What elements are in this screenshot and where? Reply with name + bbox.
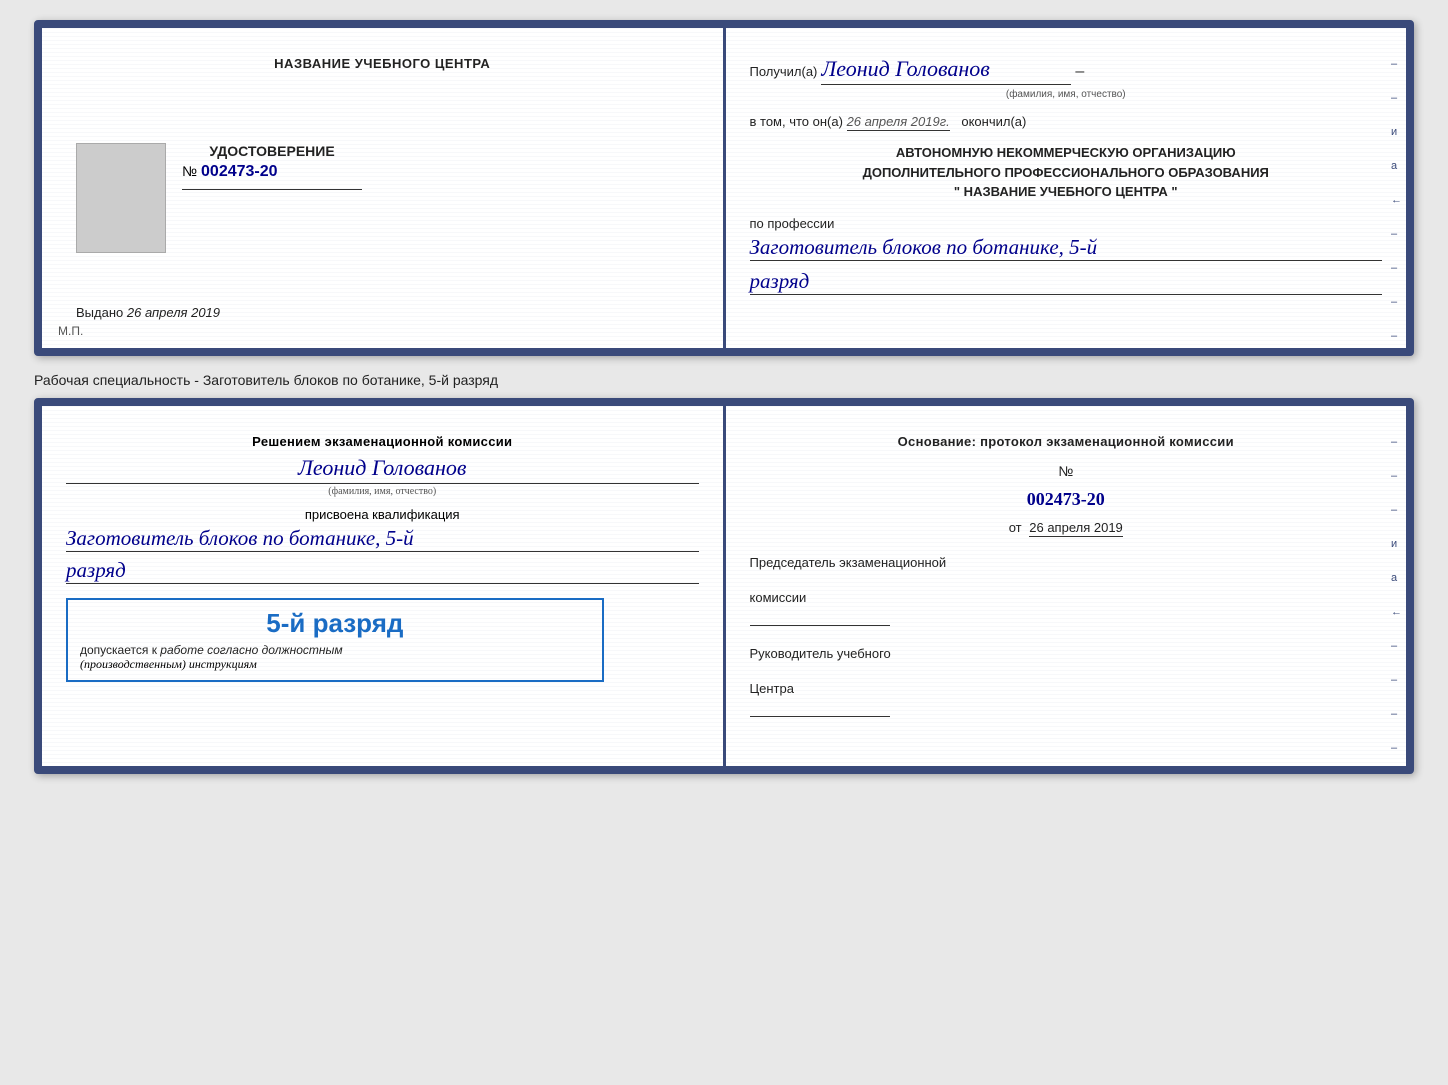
predsedatel-block: Председатель экзаменационной комиссии xyxy=(750,555,1383,626)
avtonomnuyu-line2: ДОПОЛНИТЕЛЬНОГО ПРОФЕССИОНАЛЬНОГО ОБРАЗО… xyxy=(750,163,1383,183)
predsedatel-title-line2: комиссии xyxy=(750,590,1383,605)
avtonomnuyu-line1: АВТОНОМНУЮ НЕКОММЕРЧЕСКУЮ ОРГАНИЗАЦИЮ xyxy=(750,143,1383,163)
vtom-line: в том, что он(а) 26 апреля 2019г. окончи… xyxy=(750,114,1383,129)
vydano-block: Выдано 26 апреля 2019 xyxy=(76,305,220,320)
side-mark-1: – xyxy=(1391,58,1402,70)
recipient-name-bottom: Леонид Голованов xyxy=(66,455,699,484)
rukovoditel-block: Руководитель учебного Центра xyxy=(750,646,1383,717)
side-marks-bottom: – – – и а ← – – – – – xyxy=(1391,436,1402,774)
dopuskaetsya-prefix: допускается к xyxy=(80,643,157,657)
fio-hint-top: (фамилия, имя, отчество) xyxy=(750,89,1383,100)
bottom-doc-right: Основание: протокол экзаменационной коми… xyxy=(726,406,1407,766)
page-container: НАЗВАНИЕ УЧЕБНОГО ЦЕНТРА УДОСТОВЕРЕНИЕ №… xyxy=(34,20,1414,774)
specialty-label: Рабочая специальность - Заготовитель бло… xyxy=(34,372,1414,388)
top-doc-left: НАЗВАНИЕ УЧЕБНОГО ЦЕНТРА УДОСТОВЕРЕНИЕ №… xyxy=(42,28,726,348)
mp-text: М.П. xyxy=(58,324,83,338)
rukovoditel-title-line1: Руководитель учебного xyxy=(750,646,1383,661)
side-mark-6: – xyxy=(1391,330,1402,342)
number-prefix: № xyxy=(182,163,197,179)
avtonomnuyu-block: АВТОНОМНУЮ НЕКОММЕРЧЕСКУЮ ОРГАНИЗАЦИЮ ДО… xyxy=(750,143,1383,202)
instruktsiyam-text: (производственным) инструкциям xyxy=(80,657,590,672)
side-mark-2: – xyxy=(1391,92,1402,104)
side-mark-b1: – xyxy=(1391,436,1402,448)
dopuskaetsya-text: работе согласно должностным xyxy=(160,643,342,657)
side-marks-top: – – и а ← – – – – xyxy=(1391,58,1402,342)
rukovoditel-title-line2: Центра xyxy=(750,681,1383,696)
okonchil-text: окончил(а) xyxy=(961,114,1026,129)
side-mark-b6: – xyxy=(1391,708,1402,720)
profession-name-bottom: Заготовитель блоков по ботанике, 5-й xyxy=(66,526,699,552)
protocol-number-block: № 002473-20 xyxy=(750,463,1383,510)
poluchil-prefix: Получил(а) xyxy=(750,64,818,79)
vydano-label: Выдано xyxy=(76,305,123,320)
side-mark-b4: – xyxy=(1391,640,1402,652)
side-mark-4: – xyxy=(1391,262,1402,274)
number-prefix-bottom: № xyxy=(1058,463,1073,479)
vtom-text: в том, что он(а) xyxy=(750,114,843,129)
side-mark-bа: а xyxy=(1391,572,1402,584)
po-professii-block: по профессии Заготовитель блоков по бота… xyxy=(750,216,1383,295)
completion-date: 26 апреля 2019г. xyxy=(847,114,950,131)
ot-date-value: 26 апреля 2019 xyxy=(1029,520,1123,537)
razryad-text-bottom: разряд xyxy=(66,558,699,584)
recipient-name-top: Леонид Голованов xyxy=(821,56,1071,85)
profession-name-top: Заготовитель блоков по ботанике, 5-й xyxy=(750,235,1383,261)
dash-top: – xyxy=(1075,63,1084,81)
signature-line-1 xyxy=(182,189,362,190)
udostoverenie-title: УДОСТОВЕРЕНИЕ xyxy=(182,143,362,159)
ot-prefix: от xyxy=(1009,520,1022,535)
udostoverenie-block: УДОСТОВЕРЕНИЕ № 002473-20 xyxy=(182,143,362,199)
osnovanie-text: Основание: протокол экзаменационной коми… xyxy=(750,434,1383,449)
predsedatel-sig-line xyxy=(750,625,890,626)
protocol-number: 002473-20 xyxy=(750,489,1383,510)
ot-date-block: от 26 апреля 2019 xyxy=(750,520,1383,535)
side-mark-а: а xyxy=(1391,160,1402,172)
side-mark-5: – xyxy=(1391,296,1402,308)
side-mark-b7: – xyxy=(1391,742,1402,754)
udostoverenie-number: 002473-20 xyxy=(201,163,278,181)
stamp-box: 5-й разряд допускается к работе согласно… xyxy=(66,598,604,682)
side-mark-bи: и xyxy=(1391,538,1402,550)
resheniem-text: Решением экзаменационной комиссии xyxy=(66,434,699,449)
institution-quote: " НАЗВАНИЕ УЧЕБНОГО ЦЕНТРА " xyxy=(750,182,1383,202)
rukovoditel-sig-line xyxy=(750,716,890,717)
stamp-grade: 5-й разряд xyxy=(80,608,590,639)
po-professii-label: по профессии xyxy=(750,216,835,231)
fio-hint-bottom: (фамилия, имя, отчество) xyxy=(66,486,699,497)
razryad-text-top: разряд xyxy=(750,269,1383,295)
side-mark-b5: – xyxy=(1391,674,1402,686)
prisvoena-text: присвоена квалификация xyxy=(66,507,699,522)
top-doc-right: Получил(а) Леонид Голованов – (фамилия, … xyxy=(726,28,1407,348)
bottom-doc-left: Решением экзаменационной комиссии Леонид… xyxy=(42,406,726,766)
side-mark-b3: – xyxy=(1391,504,1402,516)
vydano-date: 26 апреля 2019 xyxy=(127,305,220,320)
side-mark-arrow: ← xyxy=(1391,194,1402,206)
side-mark-и: и xyxy=(1391,126,1402,138)
institution-name-top: НАЗВАНИЕ УЧЕБНОГО ЦЕНТРА xyxy=(274,56,490,71)
side-mark-barrow: ← xyxy=(1391,606,1402,618)
dopuskaetsya-line: допускается к работе согласно должностны… xyxy=(80,643,590,657)
photo-placeholder xyxy=(76,143,166,253)
side-mark-b2: – xyxy=(1391,470,1402,482)
side-mark-3: – xyxy=(1391,228,1402,240)
predsedatel-title-line1: Председатель экзаменационной xyxy=(750,555,1383,570)
top-document-card: НАЗВАНИЕ УЧЕБНОГО ЦЕНТРА УДОСТОВЕРЕНИЕ №… xyxy=(34,20,1414,356)
poluchil-line: Получил(а) Леонид Голованов – xyxy=(750,56,1383,85)
bottom-document-card: Решением экзаменационной комиссии Леонид… xyxy=(34,398,1414,774)
